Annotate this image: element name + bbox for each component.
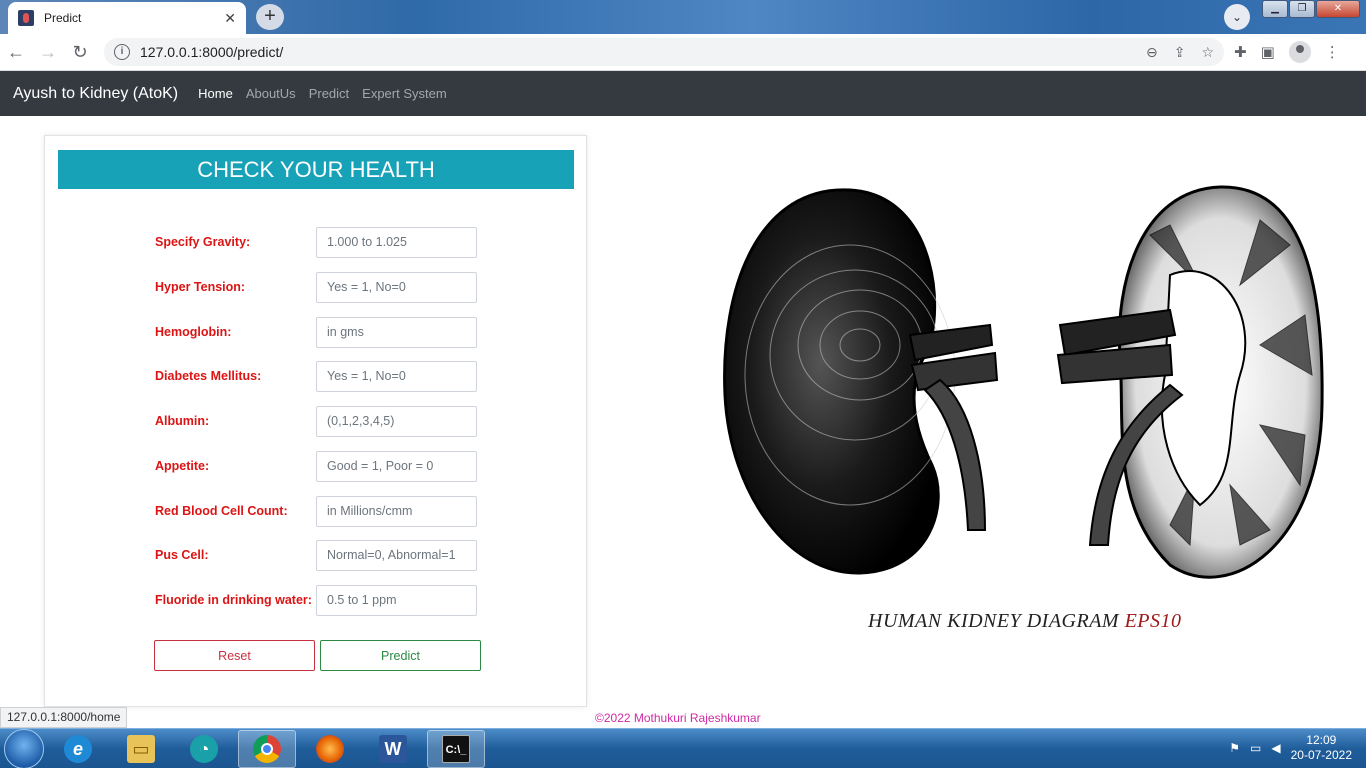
close-tab-icon[interactable]: ✕: [224, 10, 236, 27]
bookmark-star-icon[interactable]: ☆: [1201, 44, 1214, 61]
word-icon: W: [379, 734, 407, 763]
rbc-count-input[interactable]: [316, 495, 477, 527]
hemoglobin-input[interactable]: [316, 316, 477, 348]
field-label: Red Blood Cell Count:: [155, 504, 288, 518]
taskbar-ie[interactable]: e: [49, 730, 107, 768]
form-row-fluoride: Fluoride in drinking water:: [155, 584, 485, 616]
diagram-caption: HUMAN KIDNEY DIAGRAM EPS10: [868, 610, 1182, 633]
taskbar-word[interactable]: W: [364, 730, 422, 768]
taskbar-explorer[interactable]: ▭: [112, 730, 170, 768]
field-label: Appetite:: [155, 459, 210, 473]
kidney-diagram-image: [723, 185, 1324, 579]
profile-avatar-icon[interactable]: [1288, 41, 1311, 63]
field-label: Fluoride in drinking water:: [155, 593, 312, 607]
clock-date: 20-07-2022: [1290, 748, 1352, 762]
minimize-button[interactable]: ▁: [1262, 0, 1288, 18]
field-label: Diabetes Mellitus:: [155, 369, 262, 383]
command-prompt-icon: C:\_: [442, 734, 470, 763]
nav-link-predict[interactable]: Predict: [309, 86, 349, 101]
clock[interactable]: 12:09 20-07-2022: [1291, 733, 1352, 763]
nav-link-home[interactable]: Home: [198, 86, 233, 101]
action-center-flag-icon[interactable]: ⚑: [1229, 741, 1240, 755]
form-row-hyper-tension: Hyper Tension:: [155, 271, 485, 303]
field-label: Albumin:: [155, 414, 210, 428]
caption-main: HUMAN KIDNEY DIAGRAM: [868, 610, 1120, 632]
form-row-pus-cell: Pus Cell:: [155, 539, 485, 571]
site-navbar: Ayush to Kidney (AtoK) Home AboutUs Pred…: [0, 71, 1366, 116]
side-panel-icon[interactable]: ▣: [1261, 43, 1275, 61]
form-heading: CHECK YOUR HEALTH: [58, 150, 574, 189]
menu-kebab-icon[interactable]: ⋮: [1325, 43, 1340, 61]
status-bar-url: 127.0.0.1:8000/home: [0, 707, 128, 728]
taskbar-firefox[interactable]: [301, 730, 359, 768]
share-icon[interactable]: ⇪: [1174, 44, 1186, 61]
field-label: Specify Gravity:: [155, 235, 251, 249]
health-form-card: CHECK YOUR HEALTH Specify Gravity: Hyper…: [44, 135, 587, 707]
field-label: Hemoglobin:: [155, 325, 232, 339]
form-row-albumin: Albumin:: [155, 405, 485, 437]
tab-search-icon[interactable]: ⌄: [1224, 4, 1250, 30]
new-tab-button[interactable]: +: [256, 4, 284, 30]
site-info-icon[interactable]: i: [114, 44, 130, 60]
zoom-icon[interactable]: ⊖: [1146, 44, 1158, 61]
footer-copyright: ©2022 Mothukuri Rajeshkumar: [595, 711, 761, 725]
albumin-input[interactable]: [316, 405, 477, 437]
reload-icon[interactable]: ↻: [64, 42, 96, 63]
taskbar-cmd[interactable]: C:\_: [427, 729, 485, 768]
windows-taskbar: e ▭ ◔ W C:\_ ⚑ ▭ ◀ 12:09 20-07-2022: [0, 728, 1366, 768]
hyper-tension-input[interactable]: [316, 271, 477, 303]
firefox-icon: [316, 734, 344, 763]
start-button[interactable]: [4, 728, 44, 768]
extensions-puzzle-icon[interactable]: ✚: [1234, 43, 1247, 61]
form-row-diabetes-mellitus: Diabetes Mellitus:: [155, 360, 485, 392]
volume-icon[interactable]: ◀: [1271, 741, 1280, 755]
browser-tab-strip: Predict ✕ + ⌄ ▁ ❐ ✕: [0, 0, 1366, 34]
form-row-hemoglobin: Hemoglobin:: [155, 316, 485, 348]
folder-icon: ▭: [127, 734, 155, 763]
system-tray: ⚑ ▭ ◀ 12:09 20-07-2022: [1229, 733, 1352, 763]
forward-arrow-icon[interactable]: →: [32, 42, 64, 63]
form-row-appetite: Appetite:: [155, 450, 485, 482]
network-icon[interactable]: ▭: [1250, 741, 1261, 755]
diabetes-mellitus-input[interactable]: [316, 360, 477, 392]
taskbar-chrome[interactable]: [238, 729, 296, 768]
clock-time: 12:09: [1306, 733, 1337, 747]
form-row-specific-gravity: Specify Gravity:: [155, 226, 485, 258]
pus-cell-input[interactable]: [316, 539, 477, 571]
address-bar[interactable]: i 127.0.0.1:8000/predict/ ⊖ ⇪ ☆: [104, 38, 1224, 66]
appetite-input[interactable]: [316, 450, 477, 482]
favicon-icon: [18, 10, 34, 26]
back-arrow-icon[interactable]: ←: [0, 42, 32, 63]
taskbar-edge[interactable]: ◔: [175, 730, 233, 768]
nav-link-aboutus[interactable]: AboutUs: [246, 86, 296, 101]
predict-button[interactable]: Predict: [320, 640, 481, 671]
field-label: Hyper Tension:: [155, 280, 246, 294]
browser-toolbar: ← → ↻ i 127.0.0.1:8000/predict/ ⊖ ⇪ ☆ ✚ …: [0, 34, 1366, 71]
reset-button[interactable]: Reset: [154, 640, 315, 671]
form-row-rbc-count: Red Blood Cell Count:: [155, 495, 485, 527]
url-text[interactable]: 127.0.0.1:8000/predict/: [140, 44, 1146, 60]
close-window-button[interactable]: ✕: [1316, 0, 1360, 18]
site-brand[interactable]: Ayush to Kidney (AtoK): [13, 85, 178, 103]
restore-button[interactable]: ❐: [1289, 0, 1315, 18]
chrome-icon: [253, 734, 281, 763]
browser-tab[interactable]: Predict ✕: [8, 2, 246, 34]
tab-title: Predict: [44, 11, 82, 25]
internet-explorer-icon: e: [64, 734, 92, 763]
field-label: Pus Cell:: [155, 548, 209, 562]
window-controls: ▁ ❐ ✕: [1261, 0, 1360, 18]
edge-icon: ◔: [190, 734, 218, 763]
specific-gravity-input[interactable]: [316, 226, 477, 258]
nav-link-expert-system[interactable]: Expert System: [362, 86, 447, 101]
fluoride-input[interactable]: [316, 584, 477, 616]
caption-suffix: EPS10: [1124, 610, 1182, 632]
